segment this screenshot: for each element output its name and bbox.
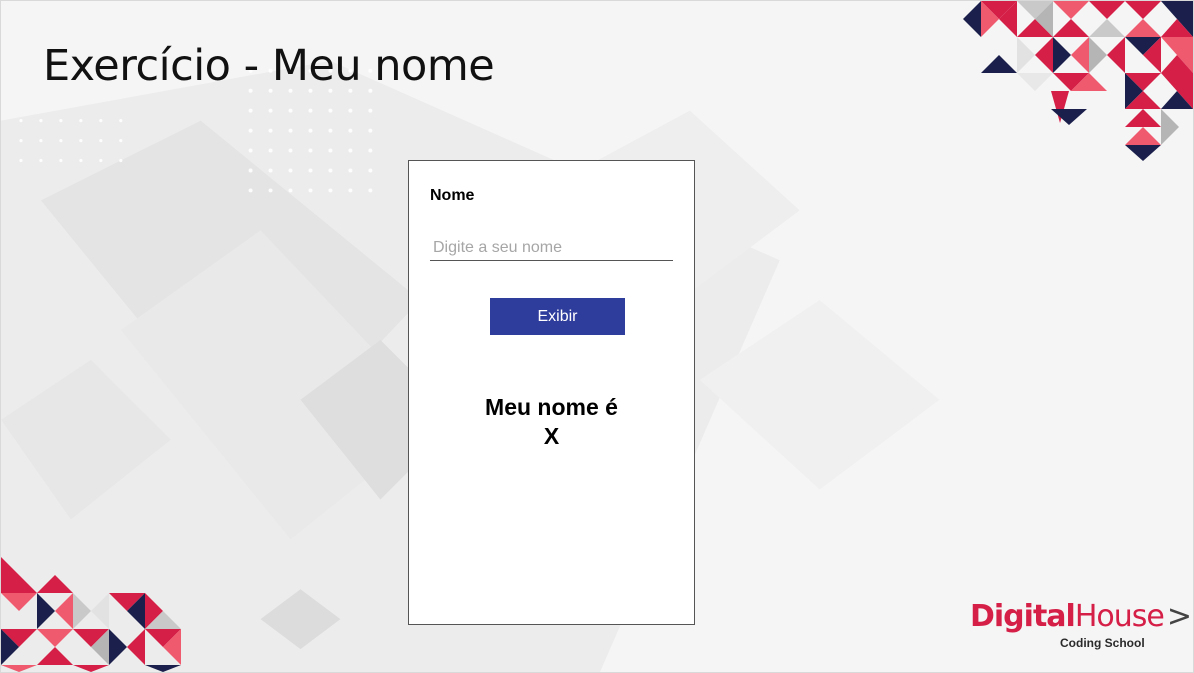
logo-brand-part2: House <box>1074 599 1165 634</box>
slide: Exercício - Meu nome Nome Digite a seu n… <box>0 0 1194 673</box>
logo-chevron-icon: > <box>1166 599 1192 634</box>
slide-title: Exercício - Meu nome <box>43 41 495 91</box>
triangle-pattern-top-right <box>963 1 1193 161</box>
result-line-1: Meu nome é <box>485 394 618 420</box>
triangle-pattern-bottom-left <box>1 557 181 672</box>
logo-wordmark: DigitalHouse > <box>970 599 1192 635</box>
show-button[interactable]: Exibir <box>490 298 625 335</box>
name-field-label: Nome <box>430 187 475 204</box>
logo-tagline: Coding School <box>1060 636 1145 650</box>
name-input[interactable] <box>430 235 673 261</box>
result-text: Meu nome é X <box>409 393 694 451</box>
digital-house-logo: DigitalHouse > Coding School <box>970 599 1192 655</box>
result-line-2: X <box>543 423 560 449</box>
app-screen-mockup: Nome Exibir Meu nome é X <box>408 160 695 625</box>
logo-brand-part1: Digital <box>970 599 1076 634</box>
